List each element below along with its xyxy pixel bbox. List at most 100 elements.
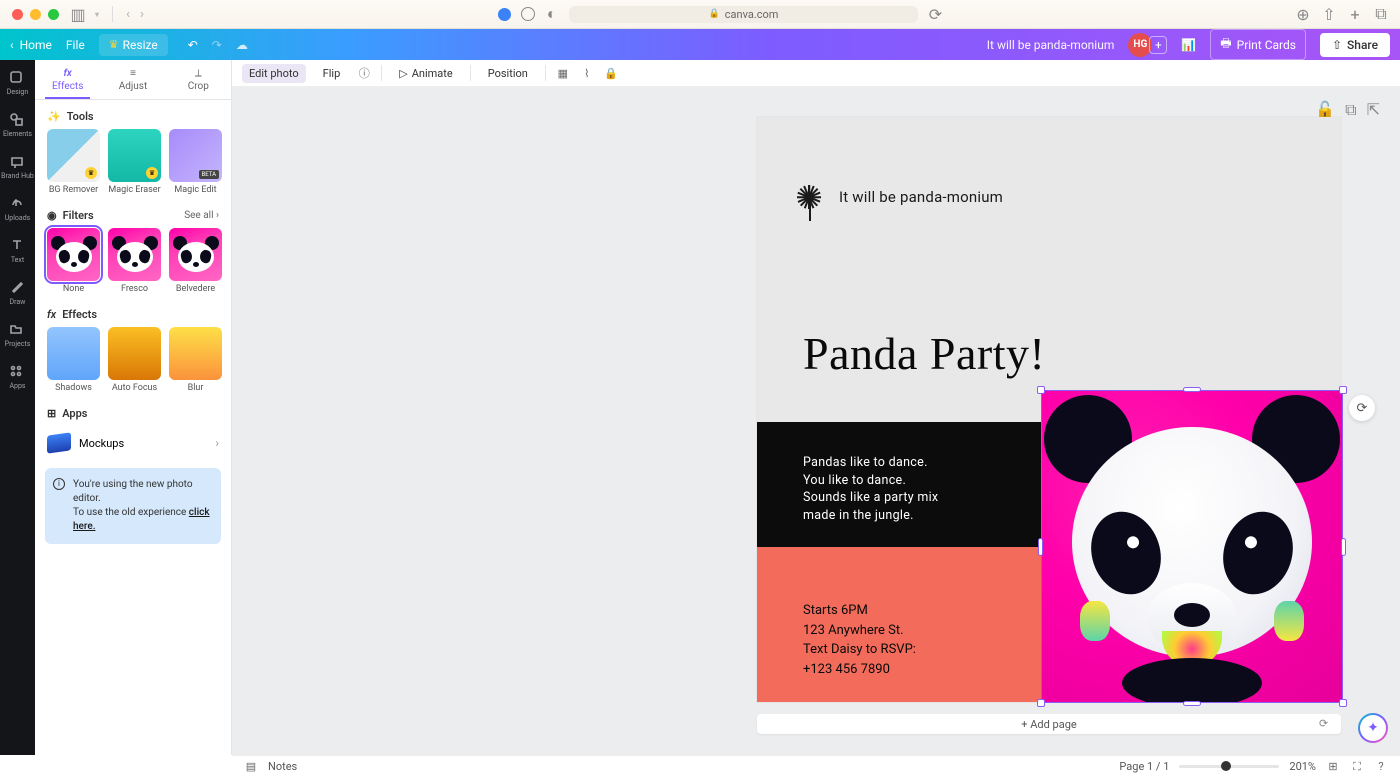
reload-icon[interactable]: ⟳: [928, 7, 942, 21]
poem-box[interactable]: Pandas like to dance. You like to dance.…: [757, 422, 1044, 547]
minimize-window[interactable]: [30, 9, 41, 20]
magic-fab[interactable]: ✦: [1358, 713, 1388, 743]
resize-button[interactable]: ♛ Resize: [99, 34, 168, 56]
chevron-left-icon: ‹: [10, 38, 14, 52]
transparency-icon[interactable]: ▦: [556, 66, 570, 80]
resize-handle-tr[interactable]: [1339, 386, 1347, 394]
extension-badge-icon[interactable]: [498, 8, 511, 21]
add-collaborator-button[interactable]: +: [1149, 36, 1167, 54]
nav-forward[interactable]: ›: [140, 7, 144, 22]
insights-icon[interactable]: 📊: [1181, 38, 1196, 52]
share-icon[interactable]: ⇧: [1322, 7, 1336, 21]
export-page-icon[interactable]: ⇱: [1367, 100, 1380, 120]
help-icon[interactable]: ?: [1374, 760, 1388, 774]
resize-handle-t[interactable]: [1183, 387, 1201, 392]
starburst-icon: [797, 185, 821, 209]
duplicate-page-icon[interactable]: ⧉: [1345, 100, 1356, 120]
position-button[interactable]: Position: [481, 64, 535, 83]
panel-tabs: fxEffects ≡Adjust ⟂Crop: [35, 60, 231, 100]
browser-chrome: ▥ ▾ ‹ › ◐ 🔒 canva.com ⟳ ⊕ ⇧ + ⧉: [0, 0, 1400, 29]
rail-design[interactable]: Design: [7, 70, 28, 96]
add-page-button[interactable]: + Add page ⟳: [757, 714, 1341, 734]
copy-style-icon[interactable]: ⌇: [580, 66, 594, 80]
tool-magic-eraser[interactable]: ♛: [108, 129, 161, 182]
zoom-level[interactable]: 201%: [1289, 760, 1316, 773]
resize-handle-r[interactable]: [1341, 538, 1346, 556]
filter-fresco[interactable]: [108, 228, 161, 281]
effect-blur[interactable]: [169, 327, 222, 380]
file-menu[interactable]: File: [66, 38, 85, 52]
resize-handle-bl[interactable]: [1037, 699, 1045, 707]
fullscreen-icon[interactable]: ⛶: [1350, 760, 1364, 774]
resize-handle-b[interactable]: [1183, 701, 1201, 706]
sync-icon[interactable]: ⟳: [1319, 717, 1333, 731]
beta-badge: BETA: [199, 170, 219, 179]
editor-top-bar: ‹ Home File ♛ Resize ↶ ↷ ☁ It will be pa…: [0, 29, 1400, 60]
resize-handle-br[interactable]: [1339, 699, 1347, 707]
info-button[interactable]: ⓘ: [357, 66, 371, 80]
tagline-text[interactable]: It will be panda-monium: [839, 188, 1003, 206]
tracking-icon[interactable]: ◐: [545, 7, 559, 21]
redo-button[interactable]: ↷: [212, 38, 222, 52]
project-title[interactable]: It will be panda-monium: [987, 38, 1115, 52]
share-button[interactable]: ⇧ Share: [1320, 33, 1390, 57]
filters-see-all[interactable]: See all ›: [184, 210, 219, 221]
tab-effects[interactable]: fxEffects: [35, 60, 100, 99]
lock-icon[interactable]: 🔒: [604, 66, 618, 80]
rail-draw[interactable]: Draw: [10, 280, 26, 306]
effect-autofocus[interactable]: [108, 327, 161, 380]
zoom-slider[interactable]: [1179, 765, 1279, 768]
main-title[interactable]: Panda Party!: [803, 327, 1045, 380]
nav-rail: Design Elements Brand Hub Uploads Text D…: [0, 60, 35, 755]
tool-bg-remover[interactable]: ♛: [47, 129, 100, 182]
grid-view-icon[interactable]: ⊞: [1326, 760, 1340, 774]
print-button[interactable]: 🖶 Print Cards: [1210, 29, 1306, 60]
sidebar-toggle-icon[interactable]: ▥: [71, 7, 85, 21]
rail-projects[interactable]: Projects: [5, 322, 31, 348]
rail-elements[interactable]: Elements: [3, 112, 32, 138]
filter-belvedere[interactable]: [169, 228, 222, 281]
close-window[interactable]: [12, 9, 23, 20]
grid-icon: ⊞: [47, 407, 56, 420]
resize-handle-l[interactable]: [1038, 538, 1043, 556]
sliders-icon: ≡: [130, 68, 136, 79]
crown-icon: ♛: [109, 38, 119, 51]
side-panel: fxEffects ≡Adjust ⟂Crop ✨Tools ♛BG Remov…: [35, 60, 232, 755]
rail-apps[interactable]: Apps: [9, 364, 25, 390]
rail-text[interactable]: Text: [10, 238, 26, 264]
effect-shadows[interactable]: [47, 327, 100, 380]
tab-crop[interactable]: ⟂Crop: [166, 60, 231, 99]
notes-button[interactable]: Notes: [268, 760, 297, 773]
details-box[interactable]: Starts 6PM 123 Anywhere St. Text Daisy t…: [757, 547, 1044, 702]
cloud-sync-icon[interactable]: ☁: [236, 38, 248, 52]
resize-handle-tl[interactable]: [1037, 386, 1045, 394]
nav-back[interactable]: ‹: [126, 7, 130, 22]
url-bar[interactable]: 🔒 canva.com: [569, 6, 919, 23]
privacy-shield-icon[interactable]: [521, 7, 535, 21]
flip-button[interactable]: Flip: [316, 64, 348, 83]
undo-button[interactable]: ↶: [188, 38, 198, 52]
new-tab-icon[interactable]: +: [1348, 7, 1362, 21]
edit-photo-button[interactable]: Edit photo: [242, 64, 306, 83]
chevron-right-icon: ›: [215, 436, 219, 450]
download-icon[interactable]: ⊕: [1296, 7, 1310, 21]
section-tools: ✨Tools: [35, 100, 231, 129]
mockups-icon: [47, 432, 71, 453]
home-button[interactable]: ‹ Home: [10, 38, 52, 52]
regenerate-button[interactable]: ⟳: [1349, 395, 1375, 421]
maximize-window[interactable]: [48, 9, 59, 20]
app-mockups[interactable]: Mockups ›: [35, 426, 231, 460]
rail-brand[interactable]: Brand Hub: [1, 154, 34, 180]
page-indicator[interactable]: Page 1 / 1: [1119, 760, 1169, 773]
tab-adjust[interactable]: ≡Adjust: [100, 60, 165, 99]
rail-uploads[interactable]: Uploads: [5, 196, 31, 222]
selected-image[interactable]: [1042, 391, 1342, 702]
filter-none[interactable]: [47, 228, 100, 281]
url-host: canva.com: [725, 8, 779, 21]
play-icon: ▷: [399, 67, 407, 80]
tool-magic-edit[interactable]: BETA: [169, 129, 222, 182]
animate-button[interactable]: ▷Animate: [392, 64, 459, 83]
canvas-area[interactable]: 🔓 ⧉ ⇱ It will be panda-monium Panda Part…: [232, 87, 1400, 755]
notes-icon: ▤: [244, 760, 258, 774]
tabs-icon[interactable]: ⧉: [1374, 7, 1388, 21]
